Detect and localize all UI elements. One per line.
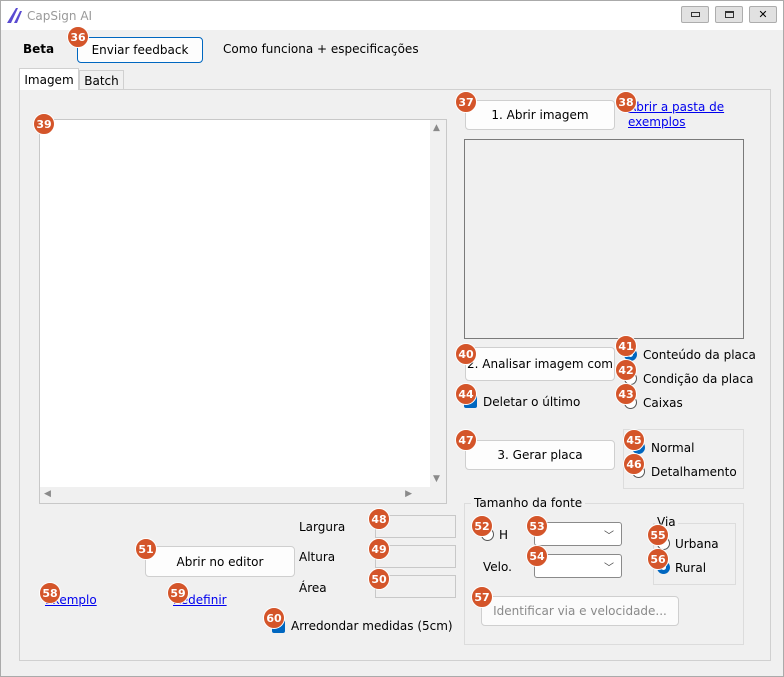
badge-area: 50	[368, 568, 390, 590]
open-editor-button[interactable]: Abrir no editor	[145, 546, 295, 577]
h-combo-chevron-down-icon: ﹀	[604, 531, 614, 542]
minimize-button[interactable]	[681, 6, 709, 23]
condition-label[interactable]: Condição da placa	[643, 372, 753, 386]
open-image-button[interactable]: 1. Abrir imagem	[465, 100, 615, 130]
open-examples-link[interactable]: Abrir a pasta de	[628, 100, 724, 114]
close-icon: ✕	[758, 8, 768, 21]
detail-label[interactable]: Detalhamento	[651, 465, 737, 479]
app-logo-icon	[7, 8, 22, 23]
scroll-corner	[430, 487, 446, 503]
badge-delete-last: 44	[455, 383, 477, 405]
badge-open-image: 37	[455, 91, 477, 113]
horizontal-scrollbar[interactable]: ◀ ▶	[40, 487, 430, 503]
velo-combo-chevron-down-icon: ﹀	[604, 563, 614, 574]
badge-velo-combo: 54	[526, 545, 548, 567]
scroll-up-icon[interactable]: ▲	[433, 123, 440, 133]
close-button[interactable]: ✕	[749, 6, 777, 23]
badge-example: 58	[39, 582, 61, 604]
badge-feedback: 36	[67, 26, 89, 48]
tab-batch-label: Batch	[84, 73, 119, 88]
badge-round: 60	[263, 607, 285, 629]
beta-label: Beta	[23, 42, 55, 56]
tab-imagem-label: Imagem	[24, 72, 74, 87]
rural-label[interactable]: Rural	[675, 561, 706, 575]
generate-button[interactable]: 3. Gerar placa	[465, 440, 615, 470]
maximize-icon	[724, 11, 734, 18]
scroll-left-icon[interactable]: ◀	[44, 489, 51, 499]
badge-content: 41	[615, 335, 637, 357]
image-panel[interactable]: ▲ ▼ ◀ ▶	[39, 119, 447, 504]
font-size-group-label: Tamanho da fonte	[471, 496, 586, 510]
vertical-scrollbar[interactable]: ▲ ▼	[430, 120, 446, 488]
normal-label[interactable]: Normal	[651, 441, 694, 455]
window-title: CapSign AI	[27, 9, 93, 23]
how-it-works-label[interactable]: Como funciona + especificações	[223, 42, 419, 56]
badge-urban: 55	[647, 524, 669, 546]
open-examples-link-line2[interactable]: exemplos	[628, 115, 686, 129]
tab-imagem[interactable]: Imagem	[19, 68, 79, 90]
velo-label: Velo.	[483, 560, 512, 574]
scroll-right-icon[interactable]: ▶	[405, 489, 412, 499]
badge-h-radio: 52	[471, 515, 493, 537]
h-label[interactable]: H	[499, 528, 508, 542]
boxes-label[interactable]: Caixas	[643, 396, 683, 410]
app-window: CapSign AI ✕ Beta Enviar feedback Como f…	[0, 0, 784, 677]
badge-width: 48	[368, 508, 390, 530]
round-measures-label[interactable]: Arredondar medidas (5cm)	[291, 619, 453, 633]
badge-normal: 45	[623, 429, 645, 451]
feedback-button[interactable]: Enviar feedback	[77, 37, 203, 63]
badge-editor: 51	[135, 538, 157, 560]
badge-open-examples: 38	[615, 91, 637, 113]
badge-height: 49	[368, 538, 390, 560]
image-preview	[464, 139, 744, 339]
badge-h-combo: 53	[526, 515, 548, 537]
tab-batch[interactable]: Batch	[79, 70, 124, 90]
badge-condition: 42	[615, 359, 637, 381]
minimize-icon	[690, 12, 700, 17]
title-bar: CapSign AI ✕	[1, 1, 783, 30]
width-label: Largura	[299, 520, 346, 534]
delete-last-label[interactable]: Deletar o último	[483, 395, 580, 409]
height-label: Altura	[299, 550, 336, 564]
scroll-down-icon[interactable]: ▼	[433, 474, 440, 484]
badge-identify: 57	[471, 586, 493, 608]
badge-analyze: 40	[455, 343, 477, 365]
maximize-button[interactable]	[715, 6, 743, 23]
badge-generate: 47	[455, 429, 477, 451]
area-label: Área	[299, 581, 327, 595]
badge-detail: 46	[623, 453, 645, 475]
badge-image-panel: 39	[33, 113, 55, 135]
badge-rural: 56	[647, 548, 669, 570]
urban-label[interactable]: Urbana	[675, 537, 719, 551]
identify-button[interactable]: Identificar via e velocidade...	[481, 596, 679, 626]
analyze-button[interactable]: 2. Analisar imagem com	[465, 347, 615, 381]
badge-reset: 59	[167, 582, 189, 604]
content-label[interactable]: Conteúdo da placa	[643, 348, 756, 362]
badge-boxes: 43	[615, 383, 637, 405]
